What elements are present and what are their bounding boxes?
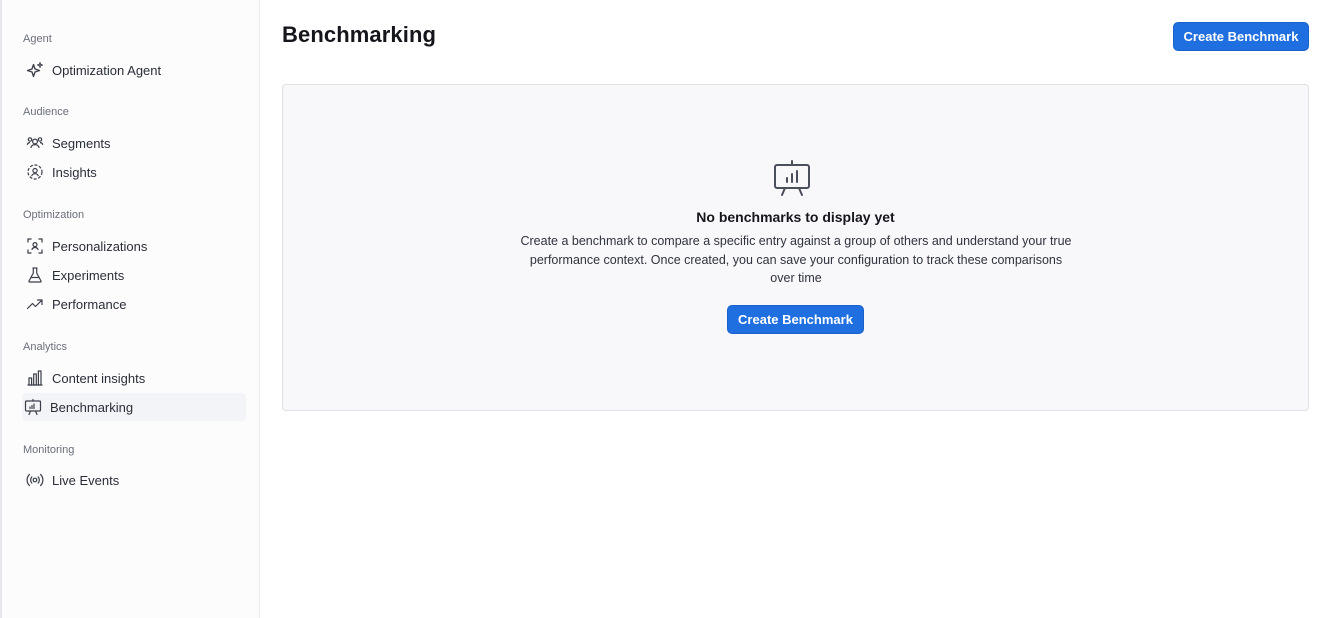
sidebar-item-label: Content insights [52, 370, 146, 386]
users-icon [26, 134, 44, 152]
empty-state-description: Create a benchmark to compare a specific… [520, 234, 1072, 285]
sidebar-item-label: Optimization Agent [52, 62, 162, 78]
sidebar-item-label: Segments [52, 135, 111, 151]
sidebar-item-label: Personalizations [52, 238, 148, 254]
create-benchmark-empty-button[interactable]: Create Benchmark [727, 305, 864, 334]
broadcast-icon [26, 471, 44, 489]
sidebar-item-label: Live Events [52, 472, 120, 488]
trend-up-icon [26, 295, 44, 313]
sidebar-item-label: Performance [52, 296, 127, 312]
page-title: Benchmarking [282, 22, 437, 47]
bar-chart-icon [26, 369, 44, 387]
sidebar-item-label: Benchmarking [50, 399, 134, 415]
sidebar-item-personalizations[interactable]: Personalizations [22, 232, 246, 260]
sidebar-item-label: Insights [52, 164, 97, 180]
section-label-agent: Agent [23, 33, 52, 45]
section-label-optimization: Optimization [23, 209, 85, 221]
presentation-chart-icon [772, 159, 812, 199]
sparkle-icon [26, 61, 44, 79]
user-focus-icon [26, 163, 44, 181]
presentation-chart-icon [24, 398, 42, 416]
sidebar-item-experiments[interactable]: Experiments [22, 261, 246, 289]
empty-state-panel: No benchmarks to display yet Create a be… [282, 84, 1309, 411]
create-benchmark-button[interactable]: Create Benchmark [1173, 22, 1309, 51]
sidebar-item-segments[interactable]: Segments [22, 129, 246, 157]
empty-state-title: No benchmarks to display yet [696, 209, 895, 225]
section-label-audience: Audience [23, 106, 69, 118]
flask-icon [26, 266, 44, 284]
user-scan-icon [26, 237, 44, 255]
sidebar-item-benchmarking[interactable]: Benchmarking [22, 393, 246, 421]
sidebar-item-content-insights[interactable]: Content insights [22, 364, 246, 392]
section-label-analytics: Analytics [23, 341, 68, 353]
section-label-monitoring: Monitoring [23, 444, 75, 456]
app-root: Agent Optimization Agent Audience Segmen… [0, 0, 1320, 618]
sidebar: Agent Optimization Agent Audience Segmen… [0, 0, 260, 618]
sidebar-item-live-events[interactable]: Live Events [22, 466, 246, 494]
sidebar-item-performance[interactable]: Performance [22, 290, 246, 318]
sidebar-item-label: Experiments [52, 267, 125, 283]
sidebar-item-optimization-agent[interactable]: Optimization Agent [22, 56, 246, 84]
sidebar-item-insights[interactable]: Insights [22, 158, 246, 186]
